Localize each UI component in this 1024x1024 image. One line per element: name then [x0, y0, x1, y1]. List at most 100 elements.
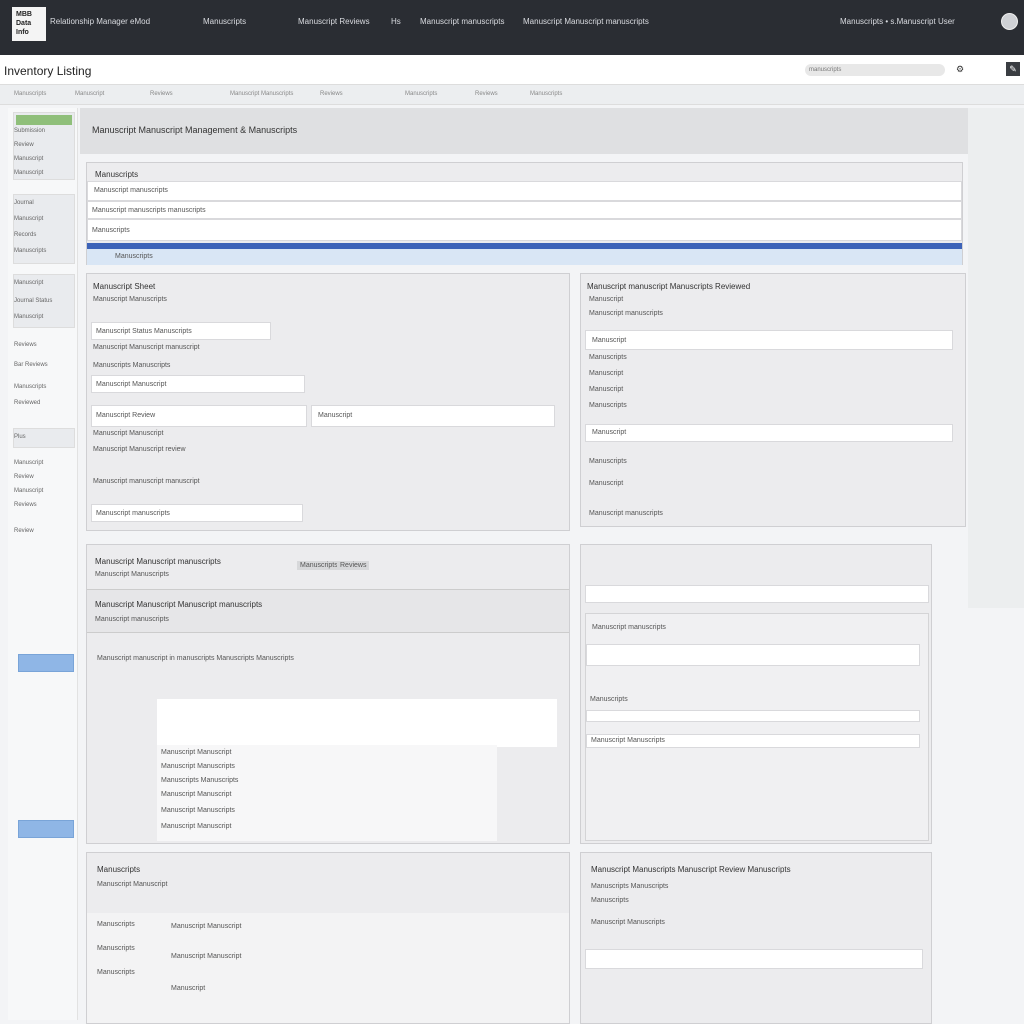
tab-2[interactable]: Manuscript — [75, 91, 104, 97]
avatar[interactable] — [1001, 13, 1018, 30]
summary-row[interactable]: Manuscript manuscripts — [87, 181, 962, 201]
form-field[interactable]: Manuscript manuscripts — [91, 504, 303, 522]
form-panel-title: Manuscript Sheet — [93, 282, 156, 291]
table-row[interactable]: Manuscript Manuscripts — [161, 763, 235, 770]
form-field[interactable]: Manuscript Status Manuscripts — [91, 322, 271, 340]
sidebar-action-button[interactable] — [18, 654, 74, 672]
progress-bar-track: Manuscripts — [87, 249, 962, 265]
list-item[interactable]: Manuscript — [171, 985, 205, 992]
nav-item-3[interactable]: Manuscript Reviews — [298, 17, 370, 26]
detail-row[interactable]: Manuscript — [589, 480, 623, 487]
nav-item-6[interactable]: Manuscript Manuscript manuscripts — [523, 17, 649, 26]
nav-item-2[interactable]: Manuscripts — [203, 17, 246, 26]
sidebar-item[interactable]: Bar Reviews — [14, 362, 48, 368]
tab-8[interactable]: Manuscripts — [530, 91, 562, 97]
form-field[interactable]: Manuscript — [311, 405, 555, 427]
edit-icon[interactable]: ✎ — [1006, 62, 1020, 76]
detail-row[interactable]: Manuscript — [589, 296, 623, 303]
form-field-label: Manuscript Manuscript review — [93, 446, 186, 453]
side-info-row[interactable] — [586, 644, 920, 666]
sidebar-item[interactable]: Manuscripts — [14, 248, 46, 254]
filter-button[interactable]: Reviews — [337, 561, 370, 570]
settings-icon[interactable]: ⚙ — [953, 62, 967, 76]
sidebar-item[interactable]: Reviews — [14, 502, 37, 508]
user-menu[interactable]: Manuscripts • s.Manuscript User — [840, 17, 955, 26]
detail-row[interactable]: Manuscripts — [589, 354, 627, 361]
main-title: Manuscript Manuscript Management & Manus… — [92, 125, 298, 135]
list-item[interactable]: Manuscript Manuscript — [171, 953, 241, 960]
form-field-label: Manuscripts Manuscripts — [93, 362, 171, 369]
sidebar-item[interactable]: Journal Status — [14, 298, 52, 304]
side-info-row[interactable] — [586, 710, 920, 722]
search-input[interactable]: manuscripts — [805, 64, 945, 76]
summary-review-panel: Manuscript Manuscripts Manuscript Review… — [580, 852, 932, 1024]
nav-item-1[interactable]: Relationship Manager eMod — [50, 17, 150, 26]
sidebar-item[interactable]: Submission — [14, 128, 45, 134]
summary-review-row[interactable]: Manuscript Manuscripts — [591, 919, 665, 926]
reviews-list: Manuscripts Manuscript Manuscript Manusc… — [87, 913, 569, 1023]
sidebar-item[interactable]: Manuscripts — [14, 384, 46, 390]
detail-row[interactable]: Manuscript manuscripts — [589, 310, 663, 317]
nav-item-4[interactable]: Hs — [391, 17, 401, 26]
table-row[interactable]: Manuscripts Manuscripts — [161, 777, 238, 784]
sidebar-item[interactable]: Review — [14, 474, 34, 480]
form-panel-subtitle: Manuscript Manuscripts — [93, 296, 167, 303]
sidebar-item[interactable]: Manuscript — [14, 156, 43, 162]
table-row[interactable]: Manuscript Manuscripts — [161, 807, 235, 814]
list-item[interactable]: Manuscript Manuscript — [171, 923, 241, 930]
tab-4[interactable]: Manuscript Manuscripts — [230, 91, 293, 97]
sidebar-item[interactable]: Manuscript — [14, 314, 43, 320]
detail-row[interactable]: Manuscript — [589, 370, 623, 377]
table-row[interactable]: Manuscript Manuscript — [161, 749, 231, 756]
sidebar-item[interactable]: Review — [14, 528, 34, 534]
tab-3[interactable]: Reviews — [150, 91, 173, 97]
summary-review-title: Manuscript Manuscripts Manuscript Review… — [591, 865, 791, 874]
sidebar: Submission Review Manuscript Manuscript … — [8, 108, 78, 1020]
tab-5[interactable]: Reviews — [320, 91, 343, 97]
list-item[interactable]: Manuscripts — [97, 945, 135, 952]
detail-panel: Manuscript manuscript Manuscripts Review… — [580, 273, 966, 527]
sidebar-action-button[interactable] — [18, 820, 74, 838]
sidebar-item[interactable]: Manuscript — [14, 216, 43, 222]
sidebar-item[interactable]: Records — [14, 232, 36, 238]
sidebar-item[interactable]: Manuscript — [14, 170, 43, 176]
form-field-text: Manuscript Manuscript — [96, 381, 167, 388]
tab-1[interactable]: Manuscripts — [14, 91, 46, 97]
sidebar-item[interactable]: Reviewed — [14, 400, 40, 406]
form-field[interactable]: Manuscript Manuscript — [91, 375, 305, 393]
summary-row-text: Manuscript manuscripts — [94, 187, 168, 194]
sidebar-item[interactable]: Manuscript — [14, 280, 43, 286]
detail-row[interactable]: Manuscripts — [589, 458, 627, 465]
list-item[interactable]: Manuscripts — [97, 921, 135, 928]
detail-row[interactable]: Manuscripts — [589, 402, 627, 409]
app-logo[interactable]: MBB Data Info — [12, 7, 46, 41]
detail-row-highlight[interactable]: Manuscript — [585, 330, 953, 350]
side-info-row[interactable]: Manuscript Manuscripts — [586, 734, 920, 748]
summary-review-row[interactable]: Manuscripts — [591, 897, 629, 904]
tab-6[interactable]: Manuscripts — [405, 91, 437, 97]
sidebar-item[interactable]: Review — [14, 142, 34, 148]
filter-button[interactable]: Manuscripts — [297, 561, 341, 570]
detail-row-text: Manuscript — [592, 429, 627, 436]
side-info-row-label: Manuscript Manuscripts — [591, 737, 665, 744]
summary-row[interactable]: Manuscripts — [87, 219, 962, 241]
table-row[interactable]: Manuscript Manuscript — [161, 791, 231, 798]
summary-review-row[interactable]: Manuscripts Manuscripts — [591, 883, 668, 890]
detail-row[interactable]: Manuscript — [589, 386, 623, 393]
detail-panel-footer: Manuscript manuscripts — [589, 510, 663, 517]
form-field[interactable]: Manuscript Review — [91, 405, 307, 427]
summary-review-input[interactable] — [585, 949, 923, 969]
side-info-row[interactable] — [585, 585, 929, 603]
sidebar-item[interactable]: Manuscript — [14, 460, 43, 466]
table-row[interactable]: Manuscript Manuscript — [161, 823, 231, 830]
sidebar-item[interactable]: Plus — [14, 434, 26, 440]
nav-item-5[interactable]: Manuscript manuscripts — [420, 17, 504, 26]
detail-row-highlight[interactable]: Manuscript — [585, 424, 953, 442]
summary-row[interactable]: Manuscript manuscripts manuscripts — [87, 201, 962, 219]
tab-7[interactable]: Reviews — [475, 91, 498, 97]
form-field-text: Manuscript manuscripts — [96, 510, 170, 517]
sidebar-item[interactable]: Journal — [14, 200, 34, 206]
sidebar-item[interactable]: Reviews — [14, 342, 37, 348]
list-item[interactable]: Manuscripts — [97, 969, 135, 976]
sidebar-item[interactable]: Manuscript — [14, 488, 43, 494]
